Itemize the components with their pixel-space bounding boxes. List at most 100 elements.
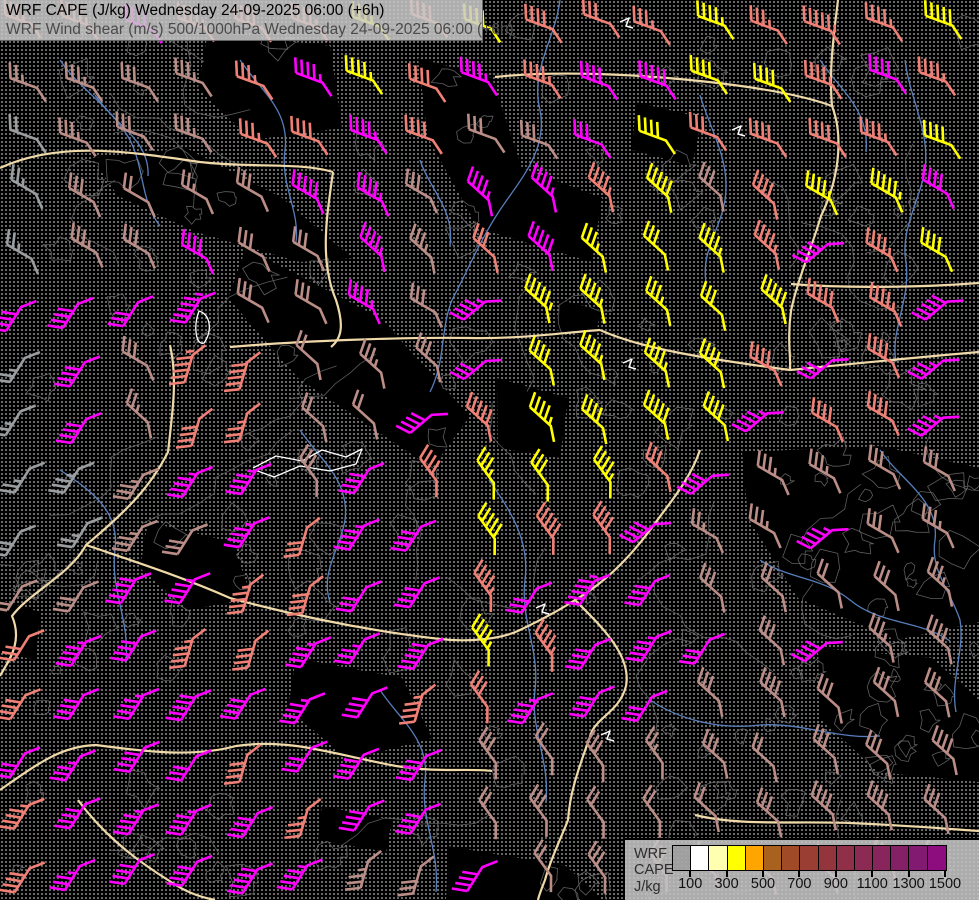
wind-barb	[450, 340, 502, 392]
boundary-squiggle	[406, 480, 438, 581]
wind-barb-glyph	[227, 851, 273, 900]
wind-barb	[523, 502, 574, 554]
wind-barb-glyph	[108, 284, 154, 337]
legend-swatch	[746, 846, 764, 870]
wind-barb-glyph	[348, 172, 400, 217]
wind-barb	[339, 55, 389, 94]
wind-barb-glyph	[3, 63, 53, 102]
wind-barb	[284, 794, 320, 843]
wind-barb	[518, 336, 571, 386]
wind-barb	[113, 792, 159, 845]
terrain-contour	[775, 706, 797, 723]
wind-barb-glyph	[912, 280, 964, 332]
wind-barb-glyph	[580, 501, 631, 553]
terrain-contour	[84, 612, 120, 642]
legend-swatch-strip	[672, 845, 947, 871]
wind-barb-glyph	[908, 397, 960, 449]
wind-barb-glyph	[0, 450, 45, 503]
calm-wind-marker	[623, 359, 636, 369]
wind-barb-glyph	[232, 626, 268, 675]
wind-barb-glyph	[518, 449, 569, 501]
wind-barb-glyph	[797, 6, 847, 45]
wind-barb	[686, 667, 739, 717]
terrain-contour	[241, 434, 260, 451]
wind-barb	[518, 449, 569, 501]
wind-barb-glyph	[574, 786, 625, 838]
wind-barb-glyph	[336, 569, 382, 622]
wind-barb-glyph	[176, 404, 212, 453]
legend-swatch	[819, 846, 837, 870]
wind-barb	[0, 450, 45, 503]
cape-black-patch	[497, 378, 568, 458]
legend-swatch	[800, 846, 818, 870]
title-line-shear: WRF Wind shear (m/s) 500/1000hPa Wednesd…	[6, 20, 482, 39]
country-border	[791, 283, 979, 287]
wind-barb-glyph	[284, 794, 320, 843]
terrain-contour	[446, 660, 474, 697]
legend-label-unit: J/kg	[634, 879, 661, 895]
wind-barb-glyph	[747, 63, 797, 102]
wind-barb	[395, 791, 441, 844]
terrain-contour	[700, 36, 718, 53]
wind-barb-glyph	[464, 447, 515, 499]
legend-swatch	[855, 846, 873, 870]
wind-barb	[743, 118, 793, 157]
title-line-cape: WRF CAPE (J/kg) Wednesday 24-09-2025 06:…	[6, 1, 482, 20]
wind-barb-glyph	[398, 224, 451, 274]
wind-barb-glyph	[3, 114, 53, 153]
legend-swatch	[673, 846, 691, 870]
wind-barb	[284, 513, 320, 562]
wind-barb-glyph	[349, 222, 402, 272]
wind-barb-glyph	[634, 276, 687, 326]
legend-swatch	[709, 846, 727, 870]
wind-barb	[466, 787, 517, 839]
wind-barb	[691, 729, 744, 779]
wind-barb	[679, 621, 725, 674]
wind-barb	[581, 446, 632, 498]
terrain-contour	[603, 400, 633, 419]
wind-barb	[111, 618, 157, 671]
wind-barb	[53, 676, 99, 729]
calm-wind-marker	[620, 18, 633, 28]
legend-swatch	[782, 846, 800, 870]
wind-barb-glyph	[745, 788, 798, 838]
wind-barb	[115, 389, 168, 439]
wind-barb-glyph	[111, 618, 157, 671]
wind-barb-glyph	[911, 227, 963, 272]
title-box: WRF CAPE (J/kg) Wednesday 24-09-2025 06:…	[0, 0, 483, 41]
wind-barb-glyph	[115, 389, 168, 439]
wind-barb	[224, 398, 260, 447]
wind-barb-glyph	[224, 347, 260, 396]
wind-barb-glyph	[507, 681, 553, 734]
terrain-contour	[736, 729, 748, 745]
wind-barb-glyph	[574, 61, 624, 100]
wind-barb-glyph	[573, 730, 624, 782]
wind-barb	[56, 623, 102, 676]
terrain-contour	[668, 180, 703, 209]
wind-barb-glyph	[682, 508, 734, 553]
wind-barb	[165, 678, 211, 731]
wind-barb	[113, 456, 159, 509]
wind-barb	[176, 404, 212, 453]
wind-barb	[108, 284, 154, 337]
wind-barb	[336, 569, 382, 622]
terrain-contour	[288, 618, 306, 636]
wind-barb-glyph	[277, 847, 323, 900]
wind-barb	[227, 794, 273, 847]
wind-barb	[0, 735, 40, 788]
wind-barb	[396, 169, 448, 214]
wind-barb	[688, 563, 741, 613]
wrf-weather-map: WRF CAPE (J/kg) Wednesday 24-09-2025 06:…	[0, 0, 979, 900]
boundary-squiggle	[50, 437, 157, 515]
wind-barb-glyph	[56, 623, 102, 676]
wind-barb-glyph	[0, 229, 50, 274]
wind-barb	[458, 671, 509, 723]
boundary-squiggle	[654, 580, 773, 672]
cape-black-patch	[632, 102, 702, 166]
terrain-contour	[509, 264, 537, 281]
wind-barb-glyph	[395, 791, 441, 844]
wind-barb-glyph	[802, 397, 854, 442]
wind-barb	[853, 117, 903, 156]
wind-barb-glyph	[688, 339, 741, 389]
wind-barb-glyph	[466, 787, 517, 839]
